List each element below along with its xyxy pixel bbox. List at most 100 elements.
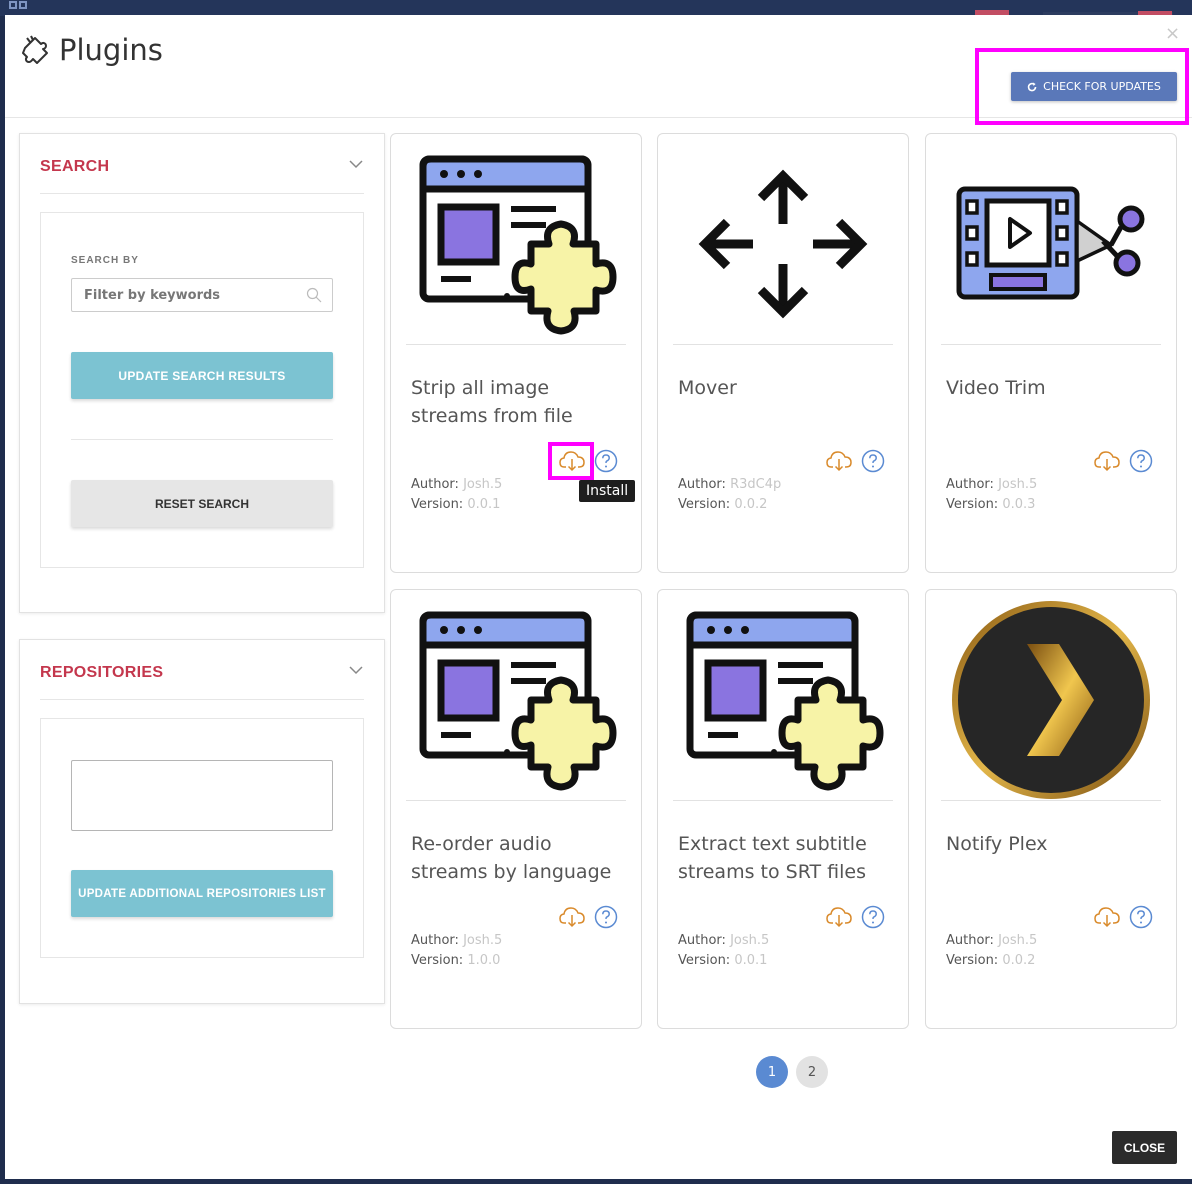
chevron-down-icon[interactable] [348,156,364,172]
app-logo-icon [9,1,27,9]
close-button[interactable]: CLOSE [1112,1131,1177,1164]
check-for-updates-label: CHECK FOR UPDATES [1043,80,1161,93]
plugin-name: Re-order audio streams by language [411,833,612,883]
version-value: 1.0.0 [467,953,501,968]
author-label: Author: [946,477,994,492]
update-search-results-button[interactable]: UPDATE SEARCH RESULTS [71,352,333,399]
repositories-panel: REPOSITORIES UPDATE ADDITIONAL REPOSITOR… [19,639,385,1004]
author-label: Author: [946,933,994,948]
author-label: Author: [678,477,726,492]
plugin-meta: Author: Josh.5 Version: 0.0.2 [946,931,1037,971]
install-button[interactable] [559,904,585,930]
help-button[interactable] [593,904,619,930]
author-label: Author: [678,933,726,948]
author-value: Josh.5 [463,477,503,492]
plugin-card: Strip all image streams from file Author… [390,133,642,573]
reset-search-button[interactable]: RESET SEARCH [71,480,333,527]
background-header [0,0,1192,18]
author-value: Josh.5 [730,933,770,948]
plugin-meta: Author: Josh.5 Version: 1.0.0 [411,931,502,971]
card-divider [673,344,893,345]
puzzle-plug-icon [22,35,48,64]
cloud-download-icon [1094,907,1120,928]
plugin-meta: Author: R3dC4p Version: 0.0.2 [678,475,781,515]
plugin-meta: Author: Josh.5 Version: 0.0.1 [678,931,769,971]
help-circle-icon [1129,905,1153,929]
help-button[interactable] [1128,904,1154,930]
version-value: 0.0.2 [734,497,768,512]
search-input[interactable]: Filter by keywords [71,278,333,312]
search-panel-header[interactable]: SEARCH [40,156,364,194]
repositories-panel-title: REPOSITORIES [40,664,164,681]
modal-header: Plugins × CHECK FOR UPDATES [5,15,1192,125]
search-panel: SEARCH SEARCH BY Filter by keywords UPDA… [19,133,385,613]
cloud-download-icon [826,907,852,928]
repositories-panel-body: UPDATE ADDITIONAL REPOSITORIES LIST [40,718,364,958]
refresh-icon [1027,82,1037,91]
author-label: Author: [411,933,459,948]
card-divider [941,344,1161,345]
pagination: 1 2 [756,1056,828,1088]
browser-puzzle-icon [406,144,626,344]
install-highlight [548,442,594,480]
search-icon [306,287,322,303]
check-for-updates-button[interactable]: CHECK FOR UPDATES [1011,72,1177,101]
search-divider [71,439,333,440]
version-value: 0.0.3 [1002,497,1036,512]
plugin-name: Strip all image streams from file [411,377,573,427]
card-divider [941,800,1161,801]
page-button-2[interactable]: 2 [796,1056,828,1088]
plugin-card: Notify Plex Author: Josh.5 Version: 0.0.… [925,589,1177,1029]
version-label: Version: [411,497,464,512]
plugin-card: Video Trim Author: Josh.5 Version: 0.0.3 [925,133,1177,573]
chevron-down-icon[interactable] [348,662,364,678]
repositories-textarea[interactable] [71,760,333,831]
help-button[interactable] [1128,448,1154,474]
page-button-1[interactable]: 1 [756,1056,788,1088]
card-divider [406,800,626,801]
plugin-actions [1094,904,1154,930]
version-label: Version: [678,953,731,968]
install-button[interactable] [826,904,852,930]
search-by-label: SEARCH BY [71,255,139,266]
author-value: Josh.5 [998,933,1038,948]
help-button[interactable] [593,448,619,474]
help-circle-icon [861,905,885,929]
version-label: Version: [946,497,999,512]
repositories-panel-header[interactable]: REPOSITORIES [40,662,364,700]
cloud-download-icon [826,451,852,472]
modal-title: Plugins [19,33,163,67]
install-button[interactable] [1094,448,1120,474]
plugin-card: Re-order audio streams by language Autho… [390,589,642,1029]
card-divider [673,800,893,801]
plugin-name: Notify Plex [946,833,1048,855]
version-label: Version: [678,497,731,512]
version-value: 0.0.1 [734,953,768,968]
move-arrows-icon [673,144,893,344]
plugin-meta: Author: Josh.5 Version: 0.0.1 [411,475,502,515]
install-button[interactable] [826,448,852,474]
plugins-modal: Plugins × CHECK FOR UPDATES SEARCH SEARC… [5,15,1192,1179]
author-value: Josh.5 [463,933,503,948]
help-circle-icon [594,449,618,473]
plugin-actions [826,448,886,474]
help-button[interactable] [860,448,886,474]
plugin-name: Video Trim [946,377,1046,399]
help-button[interactable] [860,904,886,930]
browser-puzzle-icon [406,600,626,800]
plugin-card: Mover Author: R3dC4p Version: 0.0.2 [657,133,909,573]
plugin-name: Extract text subtitle streams to SRT fil… [678,833,867,883]
install-button[interactable] [1094,904,1120,930]
version-value: 0.0.1 [467,497,501,512]
plugin-actions [826,904,886,930]
help-circle-icon [594,905,618,929]
author-value: Josh.5 [998,477,1038,492]
update-repositories-button[interactable]: UPDATE ADDITIONAL REPOSITORIES LIST [71,870,333,917]
version-label: Version: [946,953,999,968]
plugin-actions [1094,448,1154,474]
film-scissors-icon [941,144,1161,344]
modal-title-text: Plugins [59,33,163,67]
close-icon[interactable]: × [1165,23,1180,44]
install-tooltip: Install [579,480,636,502]
search-placeholder: Filter by keywords [84,287,221,303]
